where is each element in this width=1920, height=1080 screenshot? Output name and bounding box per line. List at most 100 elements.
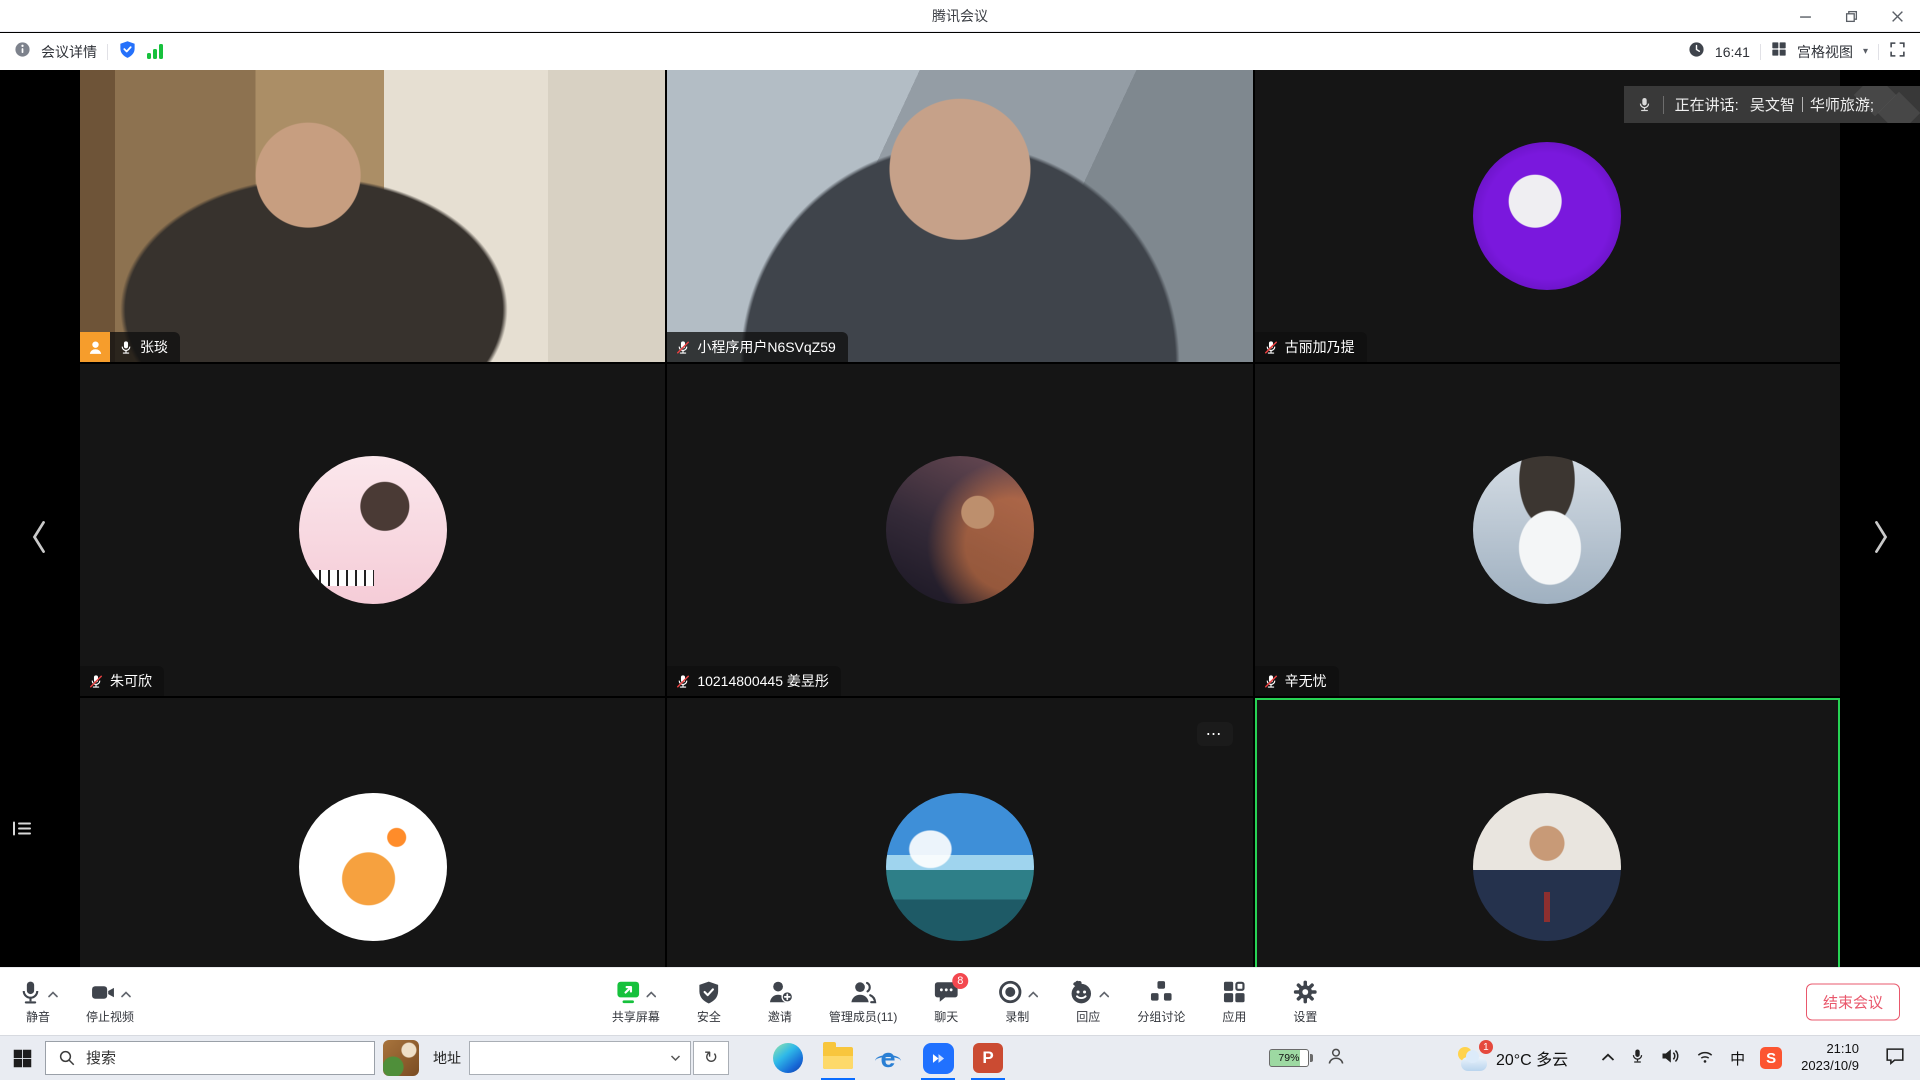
participant-name: 10214800445 姜昱彤 bbox=[697, 671, 829, 691]
next-page-button[interactable] bbox=[1868, 513, 1894, 561]
previous-page-button[interactable] bbox=[26, 513, 52, 561]
breakout-rooms-button[interactable]: 分组讨论 bbox=[1137, 978, 1185, 1025]
microphone-icon bbox=[18, 980, 43, 1005]
info-icon bbox=[14, 41, 31, 63]
combo-dropdown-button[interactable] bbox=[660, 1042, 690, 1074]
restore-icon bbox=[1845, 10, 1858, 23]
security-button[interactable]: 安全 bbox=[687, 978, 731, 1025]
reaction-options-caret[interactable] bbox=[1099, 985, 1109, 1005]
action-center-icon[interactable] bbox=[1884, 1045, 1906, 1072]
participant-tile-xinwuyou[interactable]: 辛无忧 bbox=[1255, 364, 1840, 696]
powerpoint-icon[interactable]: P bbox=[963, 1036, 1013, 1080]
file-explorer-icon[interactable] bbox=[813, 1036, 863, 1080]
search-input[interactable] bbox=[86, 1050, 362, 1067]
settings-gear-icon bbox=[1292, 979, 1318, 1005]
participant-name: 辛无忧 bbox=[1285, 671, 1327, 691]
game-app-icon[interactable] bbox=[383, 1040, 419, 1076]
participant-tile-jiangyutong[interactable]: 10214800445 姜昱彤 bbox=[667, 364, 1252, 696]
mic-options-caret[interactable] bbox=[48, 985, 58, 1005]
participant-name: 朱可欣 bbox=[110, 671, 152, 691]
address-input[interactable] bbox=[470, 1042, 660, 1074]
network-icon[interactable] bbox=[1695, 1046, 1715, 1071]
mic-muted-icon bbox=[676, 673, 690, 690]
edge-icon[interactable] bbox=[763, 1036, 813, 1080]
chevron-down-icon[interactable]: ▾ bbox=[1863, 46, 1868, 57]
invite-icon bbox=[767, 979, 793, 1005]
grid-view-icon bbox=[1771, 41, 1787, 62]
more-options-button[interactable]: ⋯ bbox=[1197, 722, 1233, 746]
tencent-meeting-window: 腾讯会议 会议详情 bbox=[0, 0, 1920, 1080]
name-label: 张琰 bbox=[110, 332, 180, 362]
reaction-button[interactable]: 回应 bbox=[1066, 978, 1110, 1025]
participant-name: 小程序用户N6SVqZ59 bbox=[697, 337, 835, 357]
battery-percent: 79% bbox=[1278, 1052, 1299, 1064]
divider bbox=[1760, 44, 1761, 60]
tray-mic-icon[interactable] bbox=[1630, 1047, 1645, 1070]
start-button[interactable] bbox=[0, 1036, 45, 1080]
view-mode-button[interactable]: 宫格视图 bbox=[1797, 42, 1853, 62]
taskbar-search[interactable] bbox=[45, 1041, 375, 1075]
mute-button[interactable]: 静音 bbox=[16, 978, 60, 1025]
address-combobox[interactable] bbox=[469, 1041, 691, 1075]
chat-label: 聊天 bbox=[934, 1008, 958, 1025]
search-icon bbox=[58, 1049, 76, 1067]
speaking-mic-icon bbox=[1637, 95, 1652, 114]
end-meeting-button[interactable]: 结束会议 bbox=[1806, 983, 1900, 1020]
video-options-caret[interactable] bbox=[121, 985, 131, 1005]
browser-e-icon[interactable]: e bbox=[863, 1036, 913, 1080]
share-options-caret[interactable] bbox=[646, 985, 656, 1005]
participant-tile-zhangyan[interactable]: 张琰 bbox=[80, 70, 665, 362]
record-button[interactable]: 录制 bbox=[995, 978, 1039, 1025]
settings-button[interactable]: 设置 bbox=[1283, 978, 1327, 1025]
avatar bbox=[1473, 456, 1621, 604]
close-button[interactable] bbox=[1874, 0, 1920, 32]
hidden-icons-button[interactable] bbox=[1601, 1049, 1615, 1067]
restore-button[interactable] bbox=[1828, 0, 1874, 32]
apps-button[interactable]: 应用 bbox=[1212, 978, 1256, 1025]
share-screen-button[interactable]: 共享屏幕 bbox=[612, 978, 660, 1025]
weather-widget[interactable]: 1 20°C 多云 bbox=[1457, 1045, 1568, 1071]
battery-indicator[interactable]: 79% bbox=[1269, 1049, 1309, 1067]
participant-grid: 张琰 小程序用户N6SVqZ59 bbox=[80, 70, 1840, 1035]
divider bbox=[1663, 96, 1664, 114]
ime-indicator[interactable]: 中 bbox=[1730, 1048, 1745, 1069]
participant-tile-miniprogram-user[interactable]: 小程序用户N6SVqZ59 bbox=[667, 70, 1252, 362]
settings-label: 设置 bbox=[1293, 1008, 1317, 1025]
minimize-button[interactable] bbox=[1782, 0, 1828, 32]
stop-video-button[interactable]: 停止视频 bbox=[86, 978, 134, 1025]
tencent-meeting-app-icon[interactable] bbox=[913, 1036, 963, 1080]
name-label: 小程序用户N6SVqZ59 bbox=[667, 332, 847, 362]
clock-time: 21:10 bbox=[1801, 1041, 1859, 1058]
mic-muted-icon bbox=[89, 673, 103, 690]
avatar bbox=[1473, 142, 1621, 290]
mic-muted-icon bbox=[1264, 339, 1278, 356]
avatar bbox=[299, 793, 447, 941]
divider bbox=[107, 44, 108, 60]
name-label: 朱可欣 bbox=[80, 666, 164, 696]
taskbar-clock[interactable]: 21:10 2023/10/9 bbox=[1801, 1041, 1859, 1075]
speaker-icon[interactable] bbox=[1660, 1046, 1680, 1071]
apps-label: 应用 bbox=[1222, 1008, 1246, 1025]
window-title: 腾讯会议 bbox=[932, 6, 988, 26]
manage-members-button[interactable]: 管理成员(11) bbox=[829, 978, 897, 1025]
mic-muted-icon bbox=[1264, 673, 1278, 690]
refresh-button[interactable]: ↻ bbox=[693, 1041, 729, 1075]
chat-button[interactable]: 8 聊天 bbox=[924, 978, 968, 1025]
record-options-caret[interactable] bbox=[1028, 985, 1038, 1005]
chat-badge: 8 bbox=[952, 973, 968, 989]
meeting-details-button[interactable]: 会议详情 bbox=[41, 42, 97, 62]
weather-icon: 1 bbox=[1457, 1045, 1489, 1071]
member-list-toggle[interactable] bbox=[12, 820, 32, 842]
manage-members-label: 管理成员(11) bbox=[829, 1008, 897, 1025]
share-screen-label: 共享屏幕 bbox=[612, 1008, 660, 1025]
participant-tile-zhukexin[interactable]: 朱可欣 bbox=[80, 364, 665, 696]
fullscreen-button[interactable] bbox=[1889, 41, 1906, 63]
stop-video-label: 停止视频 bbox=[86, 1008, 134, 1025]
title-bar: 腾讯会议 bbox=[0, 0, 1920, 32]
network-signal-icon[interactable] bbox=[147, 44, 163, 59]
invite-button[interactable]: 邀请 bbox=[758, 978, 802, 1025]
people-icon[interactable] bbox=[1326, 1046, 1346, 1071]
security-shield-icon[interactable] bbox=[118, 40, 137, 64]
members-icon bbox=[849, 979, 877, 1005]
sogou-icon[interactable]: S bbox=[1760, 1047, 1782, 1069]
